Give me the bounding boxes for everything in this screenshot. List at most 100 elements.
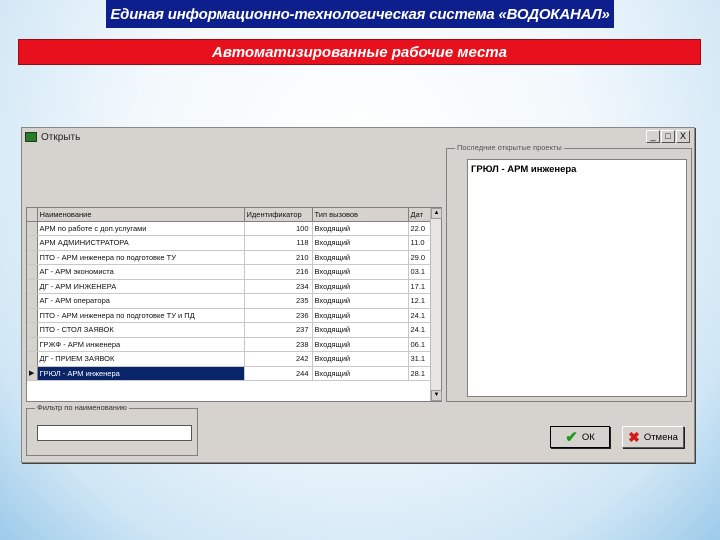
cell-name: АРМ АДМИНИСТРАТОРА xyxy=(37,235,245,251)
row-indicator-header xyxy=(27,208,38,222)
row-indicator xyxy=(27,250,38,265)
cell-id: 100 xyxy=(244,221,313,236)
cell-date: 28.1 xyxy=(408,366,433,381)
cell-date: 31.1 xyxy=(408,351,433,367)
cell-name: ДГ - АРМ ИНЖЕНЕРА xyxy=(37,279,245,294)
table-row[interactable]: ГРЖФ - АРМ инженера 238 Входящий 06.1 xyxy=(27,337,433,352)
slide-header: Единая информационно-технологическая сис… xyxy=(106,0,614,28)
table-row[interactable]: ДГ - АРМ ИНЖЕНЕРА 234 Входящий 17.1 xyxy=(27,279,433,294)
scroll-down-icon[interactable]: ▼ xyxy=(431,390,442,401)
cell-id: 236 xyxy=(244,308,313,323)
cell-date: 06.1 xyxy=(408,337,433,352)
row-indicator xyxy=(27,264,38,280)
row-indicator xyxy=(27,293,38,309)
cell-id: 216 xyxy=(244,264,313,280)
cell-name: ПТО - СТОЛ ЗАЯВОК xyxy=(37,322,245,338)
cell-id: 244 xyxy=(244,366,313,381)
maximize-button[interactable]: □ xyxy=(661,130,675,143)
table-row[interactable]: ▶ ГРЮЛ - АРМ инженера 244 Входящий 28.1 xyxy=(27,366,433,381)
grid-header-row: Наименование Идентификатор Тип вызовов Д… xyxy=(27,208,433,222)
recent-projects-list[interactable]: ГРЮЛ - АРМ инженера xyxy=(467,159,687,397)
recent-project-item[interactable]: ГРЮЛ - АРМ инженера xyxy=(471,164,683,175)
cell-name: АРМ по работе с доп.услугами xyxy=(37,221,245,236)
cell-type: Входящий xyxy=(312,322,409,338)
ok-button-label: ОК xyxy=(581,431,595,443)
column-header-date[interactable]: Дат xyxy=(408,208,433,222)
table-row[interactable]: АГ - АРМ экономиста 216 Входящий 03.1 xyxy=(27,264,433,280)
cell-date: 17.1 xyxy=(408,279,433,294)
cell-name: ПТО - АРМ инженера по подготовке ТУ и ПД xyxy=(37,308,245,323)
cancel-button[interactable]: ✖ Отмена xyxy=(622,426,684,448)
cell-type: Входящий xyxy=(312,308,409,323)
cell-date: 24.1 xyxy=(408,308,433,323)
table-row[interactable]: ПТО - АРМ инженера по подготовке ТУ 210 Вх… xyxy=(27,250,433,265)
cell-date: 24.1 xyxy=(408,322,433,338)
cell-date: 12.1 xyxy=(408,293,433,309)
recent-projects-group: Последние открытые проекты ГРЮЛ - АРМ ин… xyxy=(446,143,692,402)
table-row[interactable]: АРМ по работе с доп.услугами 100 Входящий 2… xyxy=(27,221,433,236)
row-indicator xyxy=(27,279,38,294)
table-row[interactable]: ДГ - ПРИЕМ ЗАЯВОК 242 Входящий 31.1 xyxy=(27,351,433,367)
check-icon: ✔ xyxy=(565,428,578,446)
column-header-name[interactable]: Наименование xyxy=(37,208,245,222)
app-icon xyxy=(25,132,37,142)
cell-name: АГ - АРМ экономиста xyxy=(37,264,245,280)
cell-id: 238 xyxy=(244,337,313,352)
window-buttons: _ □ X xyxy=(646,130,690,143)
ok-button[interactable]: ✔ ОК xyxy=(550,426,610,448)
row-indicator xyxy=(27,337,38,352)
cell-date: 11.0 xyxy=(408,235,433,251)
row-indicator xyxy=(27,221,38,236)
minimize-button[interactable]: _ xyxy=(646,130,660,143)
cell-name: ГРЮЛ - АРМ инженера xyxy=(37,366,245,381)
dialog-title: Открыть xyxy=(41,131,81,143)
cell-id: 234 xyxy=(244,279,313,294)
workstations-grid[interactable]: Наименование Идентификатор Тип вызовов Д… xyxy=(26,207,442,402)
row-indicator: ▶ xyxy=(27,366,38,381)
cell-type: Входящий xyxy=(312,250,409,265)
cell-type: Входящий xyxy=(312,293,409,309)
cell-name: ПТО - АРМ инженера по подготовке ТУ xyxy=(37,250,245,265)
table-row[interactable]: АРМ АДМИНИСТРАТОРА 118 Входящий 11.0 xyxy=(27,235,433,251)
close-button[interactable]: X xyxy=(676,130,690,143)
cell-name: ГРЖФ - АРМ инженера xyxy=(37,337,245,352)
cell-type: Входящий xyxy=(312,366,409,381)
filter-legend: Фильтр по наименованию xyxy=(35,403,129,412)
dialog-titlebar[interactable]: Открыть _ □ X xyxy=(22,128,694,146)
grid-vertical-scrollbar[interactable]: ▲ ▼ xyxy=(430,208,442,401)
cell-id: 235 xyxy=(244,293,313,309)
column-header-type[interactable]: Тип вызовов xyxy=(312,208,409,222)
slide-subheader: Автоматизированные рабочие места xyxy=(18,39,701,65)
grid-table: Наименование Идентификатор Тип вызовов Д… xyxy=(27,208,433,381)
cell-type: Входящий xyxy=(312,279,409,294)
open-dialog: Открыть _ □ X Наименование Идентификатор… xyxy=(21,127,695,463)
filter-input[interactable] xyxy=(37,425,192,441)
cell-id: 210 xyxy=(244,250,313,265)
scroll-up-icon[interactable]: ▲ xyxy=(431,208,442,219)
filter-group: Фильтр по наименованию xyxy=(26,403,198,456)
cell-name: АГ - АРМ оператора xyxy=(37,293,245,309)
cell-type: Входящий xyxy=(312,264,409,280)
cell-type: Входящий xyxy=(312,337,409,352)
cell-id: 242 xyxy=(244,351,313,367)
grid-body: АРМ по работе с доп.услугами 100 Входящий 2… xyxy=(27,221,433,381)
cell-date: 22.0 xyxy=(408,221,433,236)
cell-type: Входящий xyxy=(312,351,409,367)
column-header-id[interactable]: Идентификатор xyxy=(244,208,313,222)
table-row[interactable]: АГ - АРМ оператора 235 Входящий 12.1 xyxy=(27,293,433,309)
row-indicator xyxy=(27,308,38,323)
cell-date: 29.0 xyxy=(408,250,433,265)
row-indicator xyxy=(27,322,38,338)
row-indicator xyxy=(27,351,38,367)
cancel-x-icon: ✖ xyxy=(628,429,640,445)
recent-projects-legend: Последние открытые проекты xyxy=(455,143,564,152)
row-indicator xyxy=(27,235,38,251)
cell-id: 118 xyxy=(244,235,313,251)
cell-name: ДГ - ПРИЕМ ЗАЯВОК xyxy=(37,351,245,367)
table-row[interactable]: ПТО - АРМ инженера по подготовке ТУ и ПД… xyxy=(27,308,433,323)
table-row[interactable]: ПТО - СТОЛ ЗАЯВОК 237 Входящий 24.1 xyxy=(27,322,433,338)
cell-type: Входящий xyxy=(312,235,409,251)
cell-type: Входящий xyxy=(312,221,409,236)
cell-date: 03.1 xyxy=(408,264,433,280)
cancel-button-label: Отмена xyxy=(643,431,678,443)
